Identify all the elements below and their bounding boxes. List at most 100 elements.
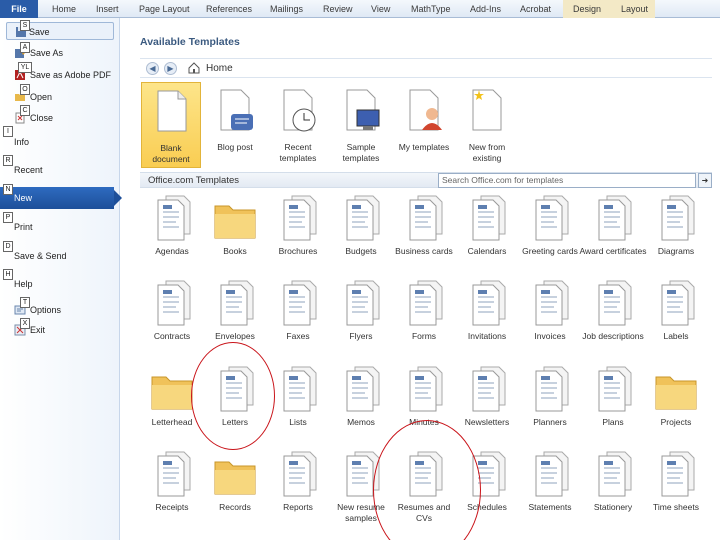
tab-page-layout[interactable]: Page Layout — [139, 0, 190, 18]
tab-acrobat[interactable]: Acrobat — [520, 0, 551, 18]
template-label: Recent templates — [279, 142, 317, 163]
tab-review[interactable]: Review — [323, 0, 353, 18]
tab-insert[interactable]: Insert — [96, 0, 119, 18]
template-memos[interactable]: Memos — [331, 365, 391, 449]
template-new-from-existing[interactable]: New from existing — [457, 82, 517, 168]
document-icon — [409, 195, 443, 241]
template-label: Faxes — [286, 331, 310, 341]
template-label: Plans — [602, 417, 624, 427]
tab-layout[interactable]: Layout — [609, 0, 655, 18]
save-as-command[interactable]: Save As — [0, 44, 120, 62]
template-recent-templates[interactable]: Recent templates — [268, 82, 328, 168]
template-label: Award certificates — [579, 246, 647, 256]
tab-mailings[interactable]: Mailings — [270, 0, 303, 18]
document-icon — [346, 280, 380, 326]
template-statements[interactable]: Statements — [520, 450, 580, 534]
open-label: Open — [30, 92, 53, 102]
template-invitations[interactable]: Invitations — [457, 279, 517, 363]
keytip-new: N — [3, 184, 13, 195]
template-label: Stationery — [593, 502, 633, 512]
template-stationery[interactable]: Stationery — [583, 450, 643, 534]
folder-icon — [655, 376, 697, 410]
options-command[interactable]: Options — [0, 301, 120, 319]
keytip-save-as: A — [20, 42, 30, 53]
tab-file[interactable]: File — [0, 0, 38, 18]
backstage-nav: Save S Save As A Save as Adobe PDF YL Op… — [0, 18, 122, 540]
template-blank-document[interactable]: Blank document — [141, 82, 201, 168]
template-label: Blank document — [152, 143, 190, 164]
home-icon[interactable] — [188, 62, 200, 74]
template-calendars[interactable]: Calendars — [457, 194, 517, 278]
template-time-sheets[interactable]: Time sheets — [646, 450, 706, 534]
tab-mathtype[interactable]: MathType — [411, 0, 451, 18]
back-button[interactable]: ◀ — [146, 62, 159, 75]
document-icon — [220, 280, 254, 326]
search-office-input[interactable]: Search Office.com for templates — [438, 173, 696, 188]
keytip-open: O — [20, 84, 30, 95]
save-as-pdf-label: Save as Adobe PDF — [30, 70, 112, 80]
document-icon — [346, 195, 380, 241]
document-icon — [598, 280, 632, 326]
keytip-save-send: D — [3, 241, 13, 252]
tab-view[interactable]: View — [371, 0, 390, 18]
keytip-recent: R — [3, 155, 13, 166]
template-brochures[interactable]: Brochures — [268, 194, 328, 278]
template-diagrams[interactable]: Diagrams — [646, 194, 706, 278]
forward-button[interactable]: ▶ — [164, 62, 177, 75]
template-business-cards[interactable]: Business cards — [394, 194, 454, 278]
template-award-certificates[interactable]: Award certificates — [580, 194, 646, 278]
template-my-templates[interactable]: My templates — [394, 82, 454, 168]
backstage-info[interactable]: Info — [0, 131, 120, 153]
template-records[interactable]: Records — [205, 450, 265, 534]
template-budgets[interactable]: Budgets — [331, 194, 391, 278]
template-contracts[interactable]: Contracts — [142, 279, 202, 363]
template-plans[interactable]: Plans — [583, 365, 643, 449]
my-templates-icon — [409, 89, 442, 131]
document-icon — [157, 195, 191, 241]
template-agendas[interactable]: Agendas — [142, 194, 202, 278]
template-label: Invitations — [467, 331, 507, 341]
search-go-button[interactable]: ➜ — [698, 173, 712, 188]
breadcrumb-home[interactable]: Home — [206, 63, 233, 74]
tab-add-ins[interactable]: Add-Ins — [470, 0, 501, 18]
template-planners[interactable]: Planners — [520, 365, 580, 449]
tab-home[interactable]: Home — [52, 0, 76, 18]
template-lists[interactable]: Lists — [268, 365, 328, 449]
template-label: Statements — [528, 502, 572, 512]
close-command[interactable]: Close — [0, 109, 120, 127]
print-label: Print — [14, 222, 33, 232]
tab-design[interactable]: Design — [563, 0, 609, 18]
backstage-recent[interactable]: Recent — [0, 159, 120, 181]
exit-label: Exit — [30, 325, 46, 335]
document-icon — [157, 280, 191, 326]
available-templates-heading: Available Templates — [140, 36, 240, 48]
document-icon — [346, 366, 380, 412]
tab-references[interactable]: References — [206, 0, 252, 18]
template-greeting-cards[interactable]: Greeting cards — [520, 194, 580, 278]
annotation-circle-letters — [191, 342, 275, 450]
backstage-new[interactable]: New — [0, 187, 122, 209]
template-newsletters[interactable]: Newsletters — [457, 365, 517, 449]
template-label: Greeting cards — [522, 246, 578, 256]
exit-command[interactable]: Exit — [0, 321, 120, 339]
template-faxes[interactable]: Faxes — [268, 279, 328, 363]
template-projects[interactable]: Projects — [646, 365, 706, 449]
template-receipts[interactable]: Receipts — [142, 450, 202, 534]
template-sample-templates[interactable]: Sample templates — [331, 82, 391, 168]
template-forms[interactable]: Forms — [394, 279, 454, 363]
open-command[interactable]: Open — [0, 88, 120, 106]
template-label: Business cards — [395, 246, 453, 256]
template-flyers[interactable]: Flyers — [331, 279, 391, 363]
template-label: Job descriptions — [582, 331, 644, 341]
backstage-print[interactable]: Print — [0, 216, 120, 238]
backstage-save-and-send[interactable]: Save & Send — [0, 245, 120, 267]
template-label: Time sheets — [653, 502, 699, 512]
template-reports[interactable]: Reports — [268, 450, 328, 534]
template-blog-post[interactable]: Blog post — [205, 82, 265, 168]
template-job-descriptions[interactable]: Job descriptions — [582, 279, 644, 363]
template-labels[interactable]: Labels — [646, 279, 706, 363]
keytip-save: S — [20, 20, 30, 31]
backstage-help[interactable]: Help — [0, 273, 120, 295]
template-invoices[interactable]: Invoices — [520, 279, 580, 363]
template-books[interactable]: Books — [205, 194, 265, 278]
